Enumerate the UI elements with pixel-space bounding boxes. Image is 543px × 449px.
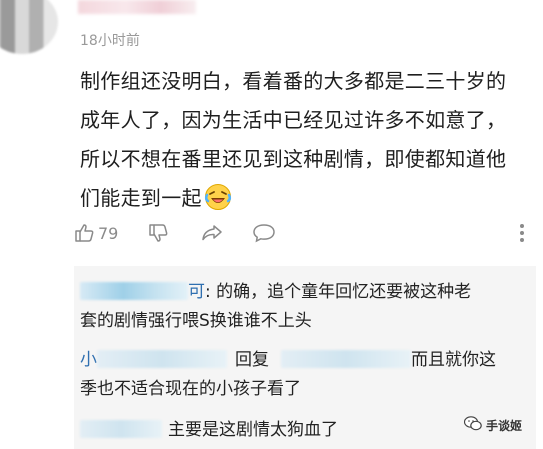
reply-text: 主要是这剧情太狗血了 (168, 420, 338, 440)
reply-target-masked[interactable] (281, 350, 411, 368)
comment-line-3: 所以不想在番里还见到这种剧情，即使都知道他 (80, 147, 507, 171)
share-icon (200, 222, 224, 244)
reply-username-head[interactable]: 小 (80, 350, 97, 370)
comment-avatar[interactable] (0, 0, 58, 54)
reply-username-tail[interactable]: 可 (188, 282, 205, 302)
reply-text-line2: 套的剧情强行喂S换谁谁不上头 (80, 311, 312, 331)
reply-text: 而且就你这 (411, 350, 496, 370)
reply-word: 回复 (235, 350, 269, 370)
reply-item[interactable]: 可: 的确，追个童年回忆还要被这种老 套的剧情强行喂S换谁谁不上头 (80, 278, 532, 336)
thumbs-down-icon (148, 222, 170, 244)
wechat-logo-icon (463, 416, 482, 434)
comment-line-2: 成年人了，因为生活中已经见过许多不如意了， (80, 108, 507, 132)
comment-time: 18小时前 (80, 33, 140, 49)
reply-line: 可: 的确，追个童年回忆还要被这种老 (80, 278, 532, 307)
reply-line: 小 回复 而且就你这 (80, 346, 532, 375)
reply-button[interactable] (252, 222, 276, 244)
reply-username-masked[interactable] (80, 420, 162, 438)
more-button[interactable] (518, 222, 526, 244)
reply-username-masked[interactable] (80, 282, 188, 300)
comment-username-masked[interactable] (78, 0, 196, 14)
comment-actions: 79 (74, 222, 534, 252)
comment-line-4-text: 们能走到一起 (80, 186, 202, 210)
like-count: 79 (98, 223, 119, 243)
watermark-label: 手谈姬 (486, 418, 523, 433)
dislike-button[interactable] (148, 222, 170, 244)
reply-username-masked[interactable] (97, 350, 227, 368)
reply-text: 的确，追个童年回忆还要被这种老 (216, 282, 472, 302)
thumbs-up-icon (74, 222, 96, 244)
watermark: 手谈姬 (463, 416, 523, 434)
reply-item[interactable]: 小 回复 而且就你这 季也不适合现在的小孩子看了 (80, 346, 532, 404)
comment-icon (252, 222, 276, 244)
comment-content: 制作组还没明白，看着番的大多都是二三十岁的 成年人了，因为生活中已经见过许多不如… (80, 62, 535, 224)
comment-line-1: 制作组还没明白，看着番的大多都是二三十岁的 (80, 69, 507, 93)
like-button[interactable]: 79 (74, 222, 118, 244)
share-button[interactable] (200, 222, 224, 244)
reply-colon: : (205, 282, 217, 302)
more-vertical-icon (518, 222, 526, 244)
laughing-tears-emoji-icon (204, 183, 232, 224)
comment-line-4: 们能走到一起 (80, 179, 535, 224)
reply-text-line2: 季也不适合现在的小孩子看了 (80, 379, 301, 399)
